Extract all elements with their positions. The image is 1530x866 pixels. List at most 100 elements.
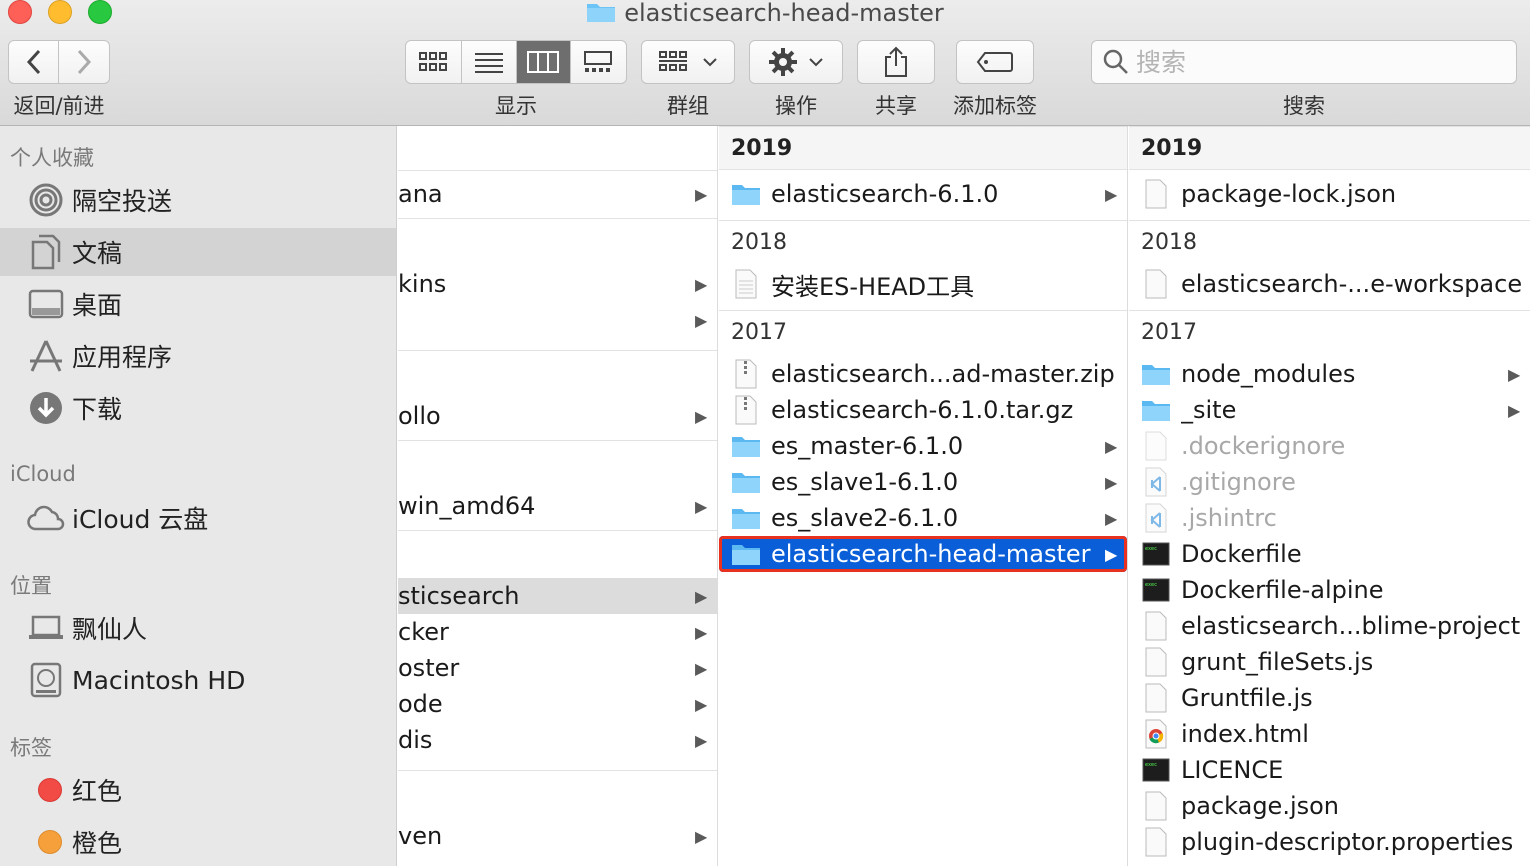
sidebar-item-icloud-drive[interactable]: iCloud 云盘: [0, 494, 396, 542]
list-item[interactable]: grunt_fileSets.js: [1129, 644, 1530, 680]
window-title: elasticsearch-head-master: [0, 0, 1530, 28]
add-tag-button[interactable]: [956, 40, 1034, 84]
sidebar-item-label: 橙色: [72, 829, 123, 858]
disclosure-arrow-icon: ▶: [695, 184, 708, 204]
column-view-button[interactable]: [517, 41, 571, 83]
tag-icon: [976, 52, 1013, 72]
search-field[interactable]: [1091, 40, 1517, 84]
back-button[interactable]: [9, 41, 60, 83]
list-item[interactable]: ▶: [398, 302, 717, 338]
list-item[interactable]: package.json: [1129, 788, 1530, 824]
sidebar-item-tag-red[interactable]: 红色: [0, 766, 396, 814]
list-item[interactable]: Gruntfile.js: [1129, 680, 1530, 716]
list-view-icon: [474, 53, 503, 73]
list-item-selected-parent[interactable]: sticsearch ▶: [398, 578, 717, 614]
sidebar-item-applications[interactable]: 应用程序: [0, 332, 396, 380]
list-item[interactable]: cker ▶: [398, 614, 717, 650]
list-item[interactable]: oster ▶: [398, 650, 717, 686]
list-item[interactable]: ode ▶: [398, 686, 717, 722]
list-item[interactable]: elasticsearch-6.1.0 ▶: [719, 176, 1127, 212]
file-icon: [1141, 611, 1171, 641]
list-item[interactable]: win_amd64 ▶: [398, 488, 717, 524]
icon-view-button[interactable]: [406, 41, 462, 83]
list-item[interactable]: dis ▶: [398, 722, 717, 758]
file-icon: [1141, 269, 1171, 299]
gallery-view-icon: [584, 51, 613, 72]
folder-icon: [1141, 359, 1171, 389]
list-item[interactable]: package-lock.json: [1129, 176, 1530, 212]
sidebar-item-macintosh-hd[interactable]: Macintosh HD: [0, 656, 396, 704]
list-item[interactable]: elasticsearch...blime-project: [1129, 608, 1530, 644]
group-header: 2019: [719, 126, 1127, 170]
list-item[interactable]: 安装ES-HEAD工具: [719, 266, 1127, 302]
group-header: 2018: [1129, 220, 1530, 264]
search-input[interactable]: [1136, 47, 1496, 77]
group-header: 2017: [1129, 310, 1530, 354]
favorites-header: 个人收藏: [10, 146, 94, 170]
disclosure-arrow-icon: ▶: [695, 496, 708, 516]
sidebar-item-desktop[interactable]: 桌面: [0, 280, 396, 328]
svg-text:exec: exec: [1145, 762, 1157, 768]
list-item[interactable]: ana ▶: [398, 176, 717, 212]
list-item[interactable]: node_modules ▶: [1129, 356, 1530, 392]
disclosure-arrow-icon: ▶: [695, 274, 708, 294]
list-view-button[interactable]: [462, 41, 517, 83]
sidebar-item-label: 应用程序: [72, 343, 173, 372]
sidebar-item-downloads[interactable]: 下载: [0, 384, 396, 432]
list-item[interactable]: .dockerignore: [1129, 428, 1530, 464]
list-item[interactable]: ven ▶: [398, 818, 717, 854]
list-item[interactable]: _site ▶: [1129, 392, 1530, 428]
gallery-view-button[interactable]: [571, 41, 626, 83]
nav-label: 返回/前进: [13, 94, 105, 118]
svg-text:exec: exec: [1145, 582, 1157, 588]
list-item[interactable]: elasticsearch-...e-workspace: [1129, 266, 1530, 302]
action-button[interactable]: [749, 40, 843, 84]
zip-icon: [731, 395, 761, 425]
disclosure-arrow-icon: ▶: [1508, 364, 1521, 384]
sidebar-item-computer[interactable]: 飘仙人: [0, 604, 396, 652]
nav-buttons: [8, 40, 110, 84]
red-tag-dot-icon: [26, 770, 66, 810]
list-item[interactable]: elasticsearch...ad-master.zip: [719, 356, 1127, 392]
disclosure-arrow-icon: ▶: [1508, 400, 1521, 420]
list-item[interactable]: plugin-descriptor.properties: [1129, 824, 1530, 860]
sidebar-item-tag-orange[interactable]: 橙色: [0, 818, 396, 866]
list-item[interactable]: elasticsearch-6.1.0.tar.gz: [719, 392, 1127, 428]
terminal-exec-icon: exec: [1141, 539, 1171, 569]
list-item[interactable]: exec Dockerfile: [1129, 536, 1530, 572]
icloud-header: iCloud: [10, 462, 76, 486]
list-item[interactable]: es_slave2-6.1.0 ▶: [719, 500, 1127, 536]
list-item[interactable]: .gitignore: [1129, 464, 1530, 500]
tags-header: 标签: [10, 736, 52, 760]
sidebar-item-label: 隔空投送: [72, 187, 173, 216]
disclosure-arrow-icon: ▶: [1105, 472, 1118, 492]
group-button[interactable]: [641, 40, 735, 84]
sidebar-item-documents[interactable]: 文稿: [0, 228, 396, 276]
disclosure-arrow-icon: ▶: [695, 730, 708, 750]
list-item[interactable]: exec Dockerfile-alpine: [1129, 572, 1530, 608]
search-label: 搜索: [1283, 94, 1325, 118]
list-item[interactable]: exec LICENCE: [1129, 752, 1530, 788]
list-item[interactable]: es_master-6.1.0 ▶: [719, 428, 1127, 464]
list-item[interactable]: .jshintrc: [1129, 500, 1530, 536]
list-item-selected[interactable]: elasticsearch-head-master ▶: [719, 536, 1127, 572]
list-item[interactable]: es_slave1-6.1.0 ▶: [719, 464, 1127, 500]
action-label: 操作: [775, 94, 817, 118]
file-icon: [1141, 431, 1171, 461]
disclosure-arrow-icon: ▶: [695, 406, 708, 426]
disclosure-arrow-icon: ▶: [1105, 184, 1118, 204]
group-icon: [659, 51, 687, 71]
sidebar-item-airdrop[interactable]: 隔空投送: [0, 176, 396, 224]
forward-button[interactable]: [59, 41, 109, 83]
chevron-down-icon: [703, 58, 717, 67]
share-button[interactable]: [857, 40, 935, 84]
chevron-right-icon: [77, 49, 92, 75]
disclosure-arrow-icon: ▶: [695, 694, 708, 714]
zip-icon: [731, 359, 761, 389]
harddisk-icon: [26, 660, 66, 700]
disclosure-arrow-icon: ▶: [1105, 508, 1118, 528]
list-item[interactable]: ollo ▶: [398, 398, 717, 434]
sidebar-item-label: 飘仙人: [72, 615, 148, 644]
list-item[interactable]: index.html: [1129, 716, 1530, 752]
list-item[interactable]: kins ▶: [398, 266, 717, 302]
